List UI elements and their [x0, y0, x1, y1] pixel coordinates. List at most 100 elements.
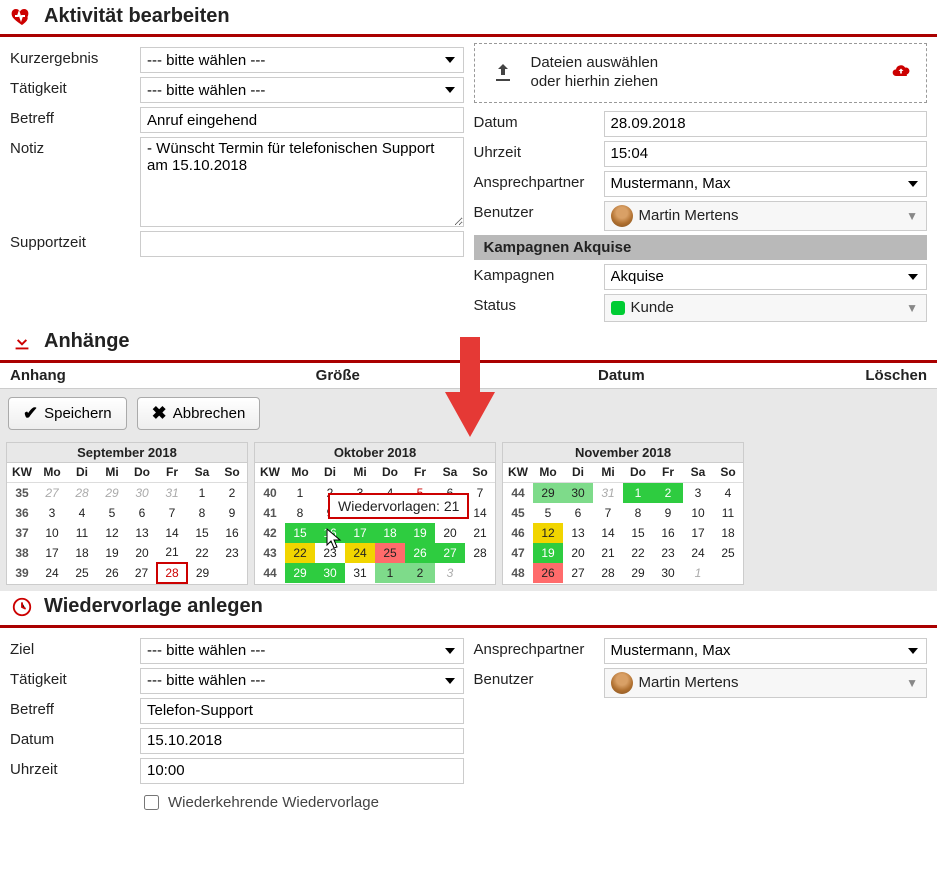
calendar-day[interactable]: 27: [127, 563, 157, 583]
calendar-day[interactable]: 22: [623, 543, 653, 563]
calendar-day[interactable]: 6: [563, 503, 593, 523]
calendar-day[interactable]: 27: [435, 543, 465, 563]
select-fu-ansprechpartner[interactable]: Mustermann, Max: [604, 638, 928, 664]
calendar-day[interactable]: 8: [187, 503, 217, 523]
calendar-day[interactable]: 23: [653, 543, 683, 563]
calendar-day[interactable]: 29: [623, 563, 653, 583]
calendar-day[interactable]: 29: [97, 483, 127, 503]
save-button[interactable]: ✔ Speichern: [8, 397, 127, 430]
select-fu-benutzer[interactable]: Martin Mertens ▼: [604, 668, 928, 698]
calendar-day[interactable]: 9: [217, 503, 247, 523]
calendar-day[interactable]: 18: [713, 523, 743, 543]
calendar-day[interactable]: 5: [533, 503, 563, 523]
calendar-day[interactable]: 4: [713, 483, 743, 503]
calendar-day[interactable]: 7: [465, 483, 495, 503]
calendar-day[interactable]: 25: [67, 563, 97, 583]
calendar-day[interactable]: 1: [683, 563, 713, 583]
calendar-day[interactable]: 4: [67, 503, 97, 523]
calendar-day[interactable]: 26: [405, 543, 435, 563]
checkbox-recurring[interactable]: [144, 795, 159, 810]
calendar-day[interactable]: 1: [375, 563, 405, 583]
calendar-day[interactable]: 23: [315, 543, 345, 563]
calendar-day[interactable]: 18: [375, 523, 405, 543]
calendar-day[interactable]: 24: [683, 543, 713, 563]
calendar-day[interactable]: 25: [713, 543, 743, 563]
calendar-day[interactable]: 16: [653, 523, 683, 543]
select-kurzergebnis[interactable]: --- bitte wählen ---: [140, 47, 464, 73]
calendar-day[interactable]: 16: [217, 523, 247, 543]
calendar-day[interactable]: 14: [593, 523, 623, 543]
calendar-day[interactable]: 22: [187, 543, 217, 563]
calendar-day[interactable]: 15: [187, 523, 217, 543]
calendar-day[interactable]: 27: [37, 483, 67, 503]
calendar-day[interactable]: 31: [593, 483, 623, 503]
calendar-day[interactable]: 20: [563, 543, 593, 563]
select-fu-taetigkeit[interactable]: --- bitte wählen ---: [140, 668, 464, 694]
calendar-day[interactable]: 28: [157, 563, 187, 583]
calendar-day[interactable]: 10: [683, 503, 713, 523]
calendar-day[interactable]: 20: [127, 543, 157, 563]
calendar-day[interactable]: 1: [623, 483, 653, 503]
calendar-day[interactable]: 18: [67, 543, 97, 563]
calendar-day[interactable]: 20: [435, 523, 465, 543]
calendar-day[interactable]: 30: [563, 483, 593, 503]
calendar-day[interactable]: 21: [593, 543, 623, 563]
calendar-day[interactable]: 8: [285, 503, 315, 523]
calendar-day[interactable]: 28: [67, 483, 97, 503]
calendar-day[interactable]: 19: [405, 523, 435, 543]
calendar-day[interactable]: 13: [127, 523, 157, 543]
calendar-day[interactable]: 11: [713, 503, 743, 523]
calendar-day[interactable]: 26: [533, 563, 563, 583]
calendar-day[interactable]: 29: [285, 563, 315, 583]
calendar-day[interactable]: 17: [37, 543, 67, 563]
calendar-day[interactable]: 22: [285, 543, 315, 563]
input-datum[interactable]: [604, 111, 928, 137]
calendar-day[interactable]: 1: [187, 483, 217, 503]
calendar-day[interactable]: 24: [37, 563, 67, 583]
select-kampagnen[interactable]: Akquise: [604, 264, 928, 290]
calendar-day[interactable]: 13: [563, 523, 593, 543]
calendar-day[interactable]: 5: [97, 503, 127, 523]
calendar-day[interactable]: 28: [593, 563, 623, 583]
calendar-day[interactable]: 14: [157, 523, 187, 543]
calendar-day[interactable]: 30: [127, 483, 157, 503]
calendar-day[interactable]: 16: [315, 523, 345, 543]
calendar-day[interactable]: 3: [683, 483, 713, 503]
calendar-day[interactable]: 21: [465, 523, 495, 543]
calendar-day[interactable]: 9: [653, 503, 683, 523]
calendar-day[interactable]: 15: [285, 523, 315, 543]
input-uhrzeit[interactable]: [604, 141, 928, 167]
input-fu-betreff[interactable]: [140, 698, 464, 724]
calendar-day[interactable]: 12: [533, 523, 563, 543]
calendar-day[interactable]: 3: [37, 503, 67, 523]
calendar-day[interactable]: 3: [435, 563, 465, 583]
cancel-button[interactable]: ✖ Abbrechen: [137, 397, 261, 430]
calendar-day[interactable]: 21: [157, 543, 187, 563]
input-supportzeit[interactable]: [140, 231, 464, 257]
calendar-day[interactable]: 29: [187, 563, 217, 583]
calendar-day[interactable]: 27: [563, 563, 593, 583]
calendar-day[interactable]: 12: [97, 523, 127, 543]
select-ansprechpartner[interactable]: Mustermann, Max: [604, 171, 928, 197]
calendar-day[interactable]: 30: [315, 563, 345, 583]
file-dropzone[interactable]: Dateien auswählen oder hierhin ziehen: [474, 43, 928, 103]
calendar-day[interactable]: 6: [127, 503, 157, 523]
calendar-day[interactable]: 29: [533, 483, 563, 503]
calendar-day[interactable]: 7: [593, 503, 623, 523]
calendar-day[interactable]: 2: [653, 483, 683, 503]
calendar-day[interactable]: 26: [97, 563, 127, 583]
calendar-day[interactable]: 10: [37, 523, 67, 543]
calendar-day[interactable]: 31: [345, 563, 375, 583]
calendar-day[interactable]: 25: [375, 543, 405, 563]
calendar-day[interactable]: 2: [217, 483, 247, 503]
select-benutzer[interactable]: Martin Mertens ▼: [604, 201, 928, 231]
input-fu-uhrzeit[interactable]: [140, 758, 464, 784]
textarea-notiz[interactable]: - Wünscht Termin für telefonischen Suppo…: [140, 137, 464, 227]
calendar-day[interactable]: 24: [345, 543, 375, 563]
select-taetigkeit[interactable]: --- bitte wählen ---: [140, 77, 464, 103]
input-fu-datum[interactable]: [140, 728, 464, 754]
calendar-day[interactable]: 17: [345, 523, 375, 543]
calendar-day[interactable]: 8: [623, 503, 653, 523]
calendar-day[interactable]: 11: [67, 523, 97, 543]
calendar-day[interactable]: 15: [623, 523, 653, 543]
